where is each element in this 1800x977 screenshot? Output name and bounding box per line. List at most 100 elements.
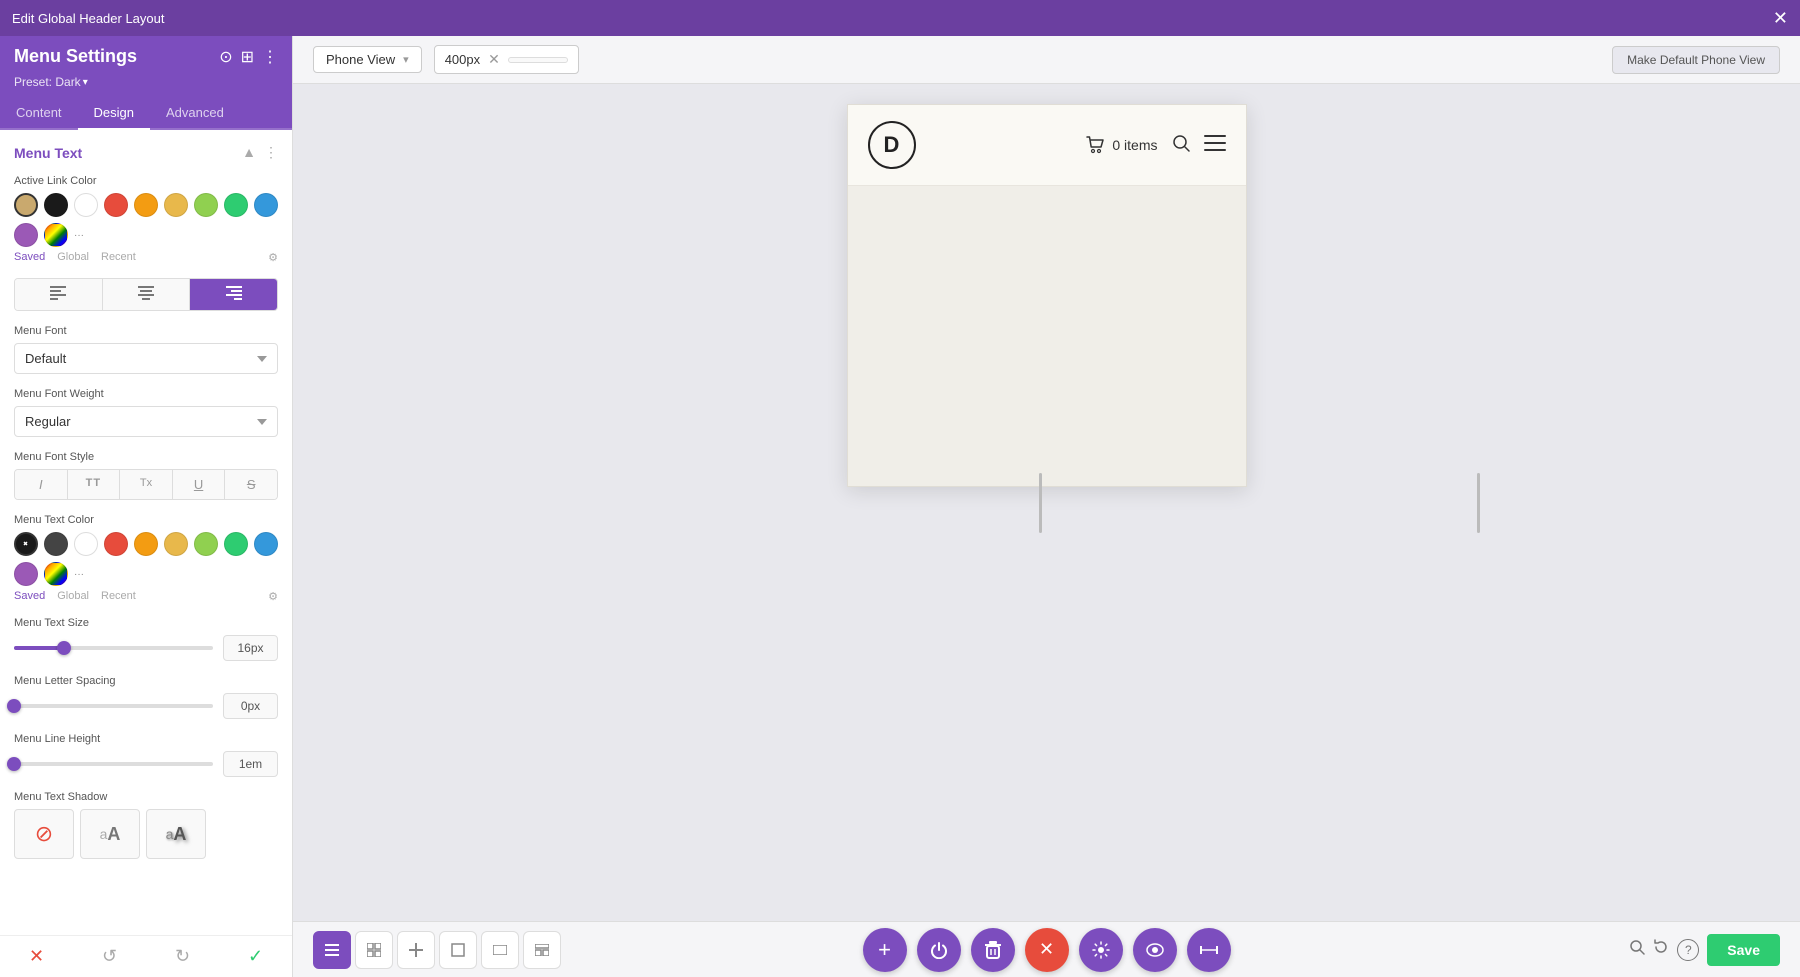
search-right-icon[interactable]	[1629, 939, 1645, 960]
search-icon[interactable]	[1172, 134, 1190, 157]
drag-handle-left[interactable]	[1039, 473, 1042, 533]
line-height-value[interactable]: 1em	[223, 751, 278, 777]
text-swatch-dark[interactable]	[44, 532, 68, 556]
line-height-thumb[interactable]	[7, 757, 21, 771]
close-icon[interactable]: ✕	[1773, 9, 1788, 27]
cancel-btn[interactable]: ✕	[0, 936, 73, 977]
text-swatch-orange[interactable]	[134, 532, 158, 556]
shadow-dark-btn[interactable]: aA	[146, 809, 206, 859]
text-swatch-green[interactable]	[224, 532, 248, 556]
font-strikethrough-btn[interactable]: S	[225, 470, 277, 499]
swatch-purple[interactable]	[14, 223, 38, 247]
confirm-btn[interactable]: ✓	[219, 936, 292, 977]
tool-grid-btn[interactable]	[355, 931, 393, 969]
eye-icon[interactable]: ⊙	[219, 47, 232, 67]
swatch-red[interactable]	[104, 193, 128, 217]
swatch-light-green[interactable]	[194, 193, 218, 217]
tab-advanced[interactable]: Advanced	[150, 97, 240, 128]
shadow-light-btn[interactable]: aA	[80, 809, 140, 859]
swatch-black[interactable]	[44, 193, 68, 217]
swatch-blue[interactable]	[254, 193, 278, 217]
settings-circle-btn[interactable]	[1079, 928, 1123, 972]
view-select[interactable]: Phone View ▾	[313, 46, 422, 73]
text-swatch-custom[interactable]	[44, 562, 68, 586]
menu-line-height-label: Menu Line Height	[14, 733, 278, 745]
add-circle-btn[interactable]: +	[863, 928, 907, 972]
swatch-custom[interactable]	[44, 223, 68, 247]
text-size-track[interactable]	[14, 646, 213, 650]
more-icon[interactable]: ⋮	[262, 47, 278, 67]
align-right-btn[interactable]	[190, 279, 277, 310]
line-height-track[interactable]	[14, 762, 213, 766]
redo-btn[interactable]: ↻	[146, 936, 219, 977]
width-clear-btn[interactable]: ✕	[488, 51, 500, 68]
layout-icon[interactable]: ⊞	[241, 47, 254, 67]
color-more-btn[interactable]: ···	[74, 230, 84, 241]
visibility-circle-btn[interactable]	[1133, 928, 1177, 972]
swatch-yellow[interactable]	[164, 193, 188, 217]
tool-layout-btn[interactable]	[523, 931, 561, 969]
text-swatch-purple[interactable]	[14, 562, 38, 586]
text-swatch-black[interactable]	[14, 532, 38, 556]
text-color-tab-global[interactable]: Global	[57, 590, 89, 603]
menu-font-weight-select[interactable]: Regular	[14, 406, 278, 437]
resize-circle-btn[interactable]	[1187, 928, 1231, 972]
text-color-gear-icon[interactable]: ⚙	[268, 590, 278, 603]
close-circle-btn[interactable]: ✕	[1025, 928, 1069, 972]
help-right-icon[interactable]: ?	[1677, 939, 1699, 961]
text-swatch-red[interactable]	[104, 532, 128, 556]
letter-spacing-thumb[interactable]	[7, 699, 21, 713]
save-button[interactable]: Save	[1707, 934, 1780, 966]
tab-content[interactable]: Content	[0, 97, 78, 128]
menu-font-select[interactable]: Default	[14, 343, 278, 374]
tool-select-btn[interactable]	[439, 931, 477, 969]
panel-title: Menu Settings	[14, 46, 137, 67]
left-panel: Menu Settings ⊙ ⊞ ⋮ Preset: Dark ▾ Conte…	[0, 36, 293, 977]
collapse-icon[interactable]: ▲	[242, 144, 256, 161]
text-swatch-yellow[interactable]	[164, 532, 188, 556]
color-tab-recent[interactable]: Recent	[101, 251, 136, 264]
letter-spacing-value[interactable]: 0px	[223, 693, 278, 719]
section-more-icon[interactable]: ⋮	[264, 144, 278, 161]
preset-arrow[interactable]: ▾	[83, 77, 88, 88]
swatch-white[interactable]	[74, 193, 98, 217]
width-extra-input[interactable]	[508, 57, 568, 63]
align-center-btn[interactable]	[103, 279, 191, 310]
text-size-thumb[interactable]	[57, 641, 71, 655]
letter-spacing-track[interactable]	[14, 704, 213, 708]
swatch-orange[interactable]	[134, 193, 158, 217]
preset-bar: Preset: Dark ▾	[14, 75, 278, 97]
text-color-tab-saved[interactable]: Saved	[14, 590, 45, 603]
text-swatch-white[interactable]	[74, 532, 98, 556]
make-default-btn[interactable]: Make Default Phone View	[1612, 46, 1780, 74]
font-underline-btn[interactable]: U	[173, 470, 226, 499]
color-tab-global[interactable]: Global	[57, 251, 89, 264]
text-size-value[interactable]: 16px	[223, 635, 278, 661]
tool-add-btn[interactable]	[397, 931, 435, 969]
text-swatch-blue[interactable]	[254, 532, 278, 556]
section-header: Menu Text ▲ ⋮	[14, 144, 278, 161]
align-left-btn[interactable]	[15, 279, 103, 310]
menu-font-weight-label: Menu Font Weight	[14, 388, 278, 400]
tool-frame-btn[interactable]	[481, 931, 519, 969]
swatch-green[interactable]	[224, 193, 248, 217]
text-swatch-light-green[interactable]	[194, 532, 218, 556]
font-italic-btn[interactable]: I	[15, 470, 68, 499]
color-tab-saved[interactable]: Saved	[14, 251, 45, 264]
width-value[interactable]: 400px	[445, 52, 480, 67]
tool-wireframe-btn[interactable]	[313, 931, 351, 969]
swatch-tan[interactable]	[14, 193, 38, 217]
font-uppercase-btn[interactable]: TT	[68, 470, 121, 499]
delete-btn[interactable]	[971, 928, 1015, 972]
text-color-more-btn[interactable]: ···	[74, 569, 84, 580]
font-capitalize-btn[interactable]: Tx	[120, 470, 173, 499]
shadow-none-btn[interactable]: ⊘	[14, 809, 74, 859]
power-btn[interactable]	[917, 928, 961, 972]
text-color-tab-recent[interactable]: Recent	[101, 590, 136, 603]
hamburger-menu-icon[interactable]	[1204, 134, 1226, 157]
tab-design[interactable]: Design	[78, 97, 150, 130]
history-right-icon[interactable]	[1653, 939, 1669, 960]
drag-handle-right[interactable]	[1477, 473, 1480, 533]
undo-btn[interactable]: ↺	[73, 936, 146, 977]
color-gear-icon[interactable]: ⚙	[268, 251, 278, 264]
